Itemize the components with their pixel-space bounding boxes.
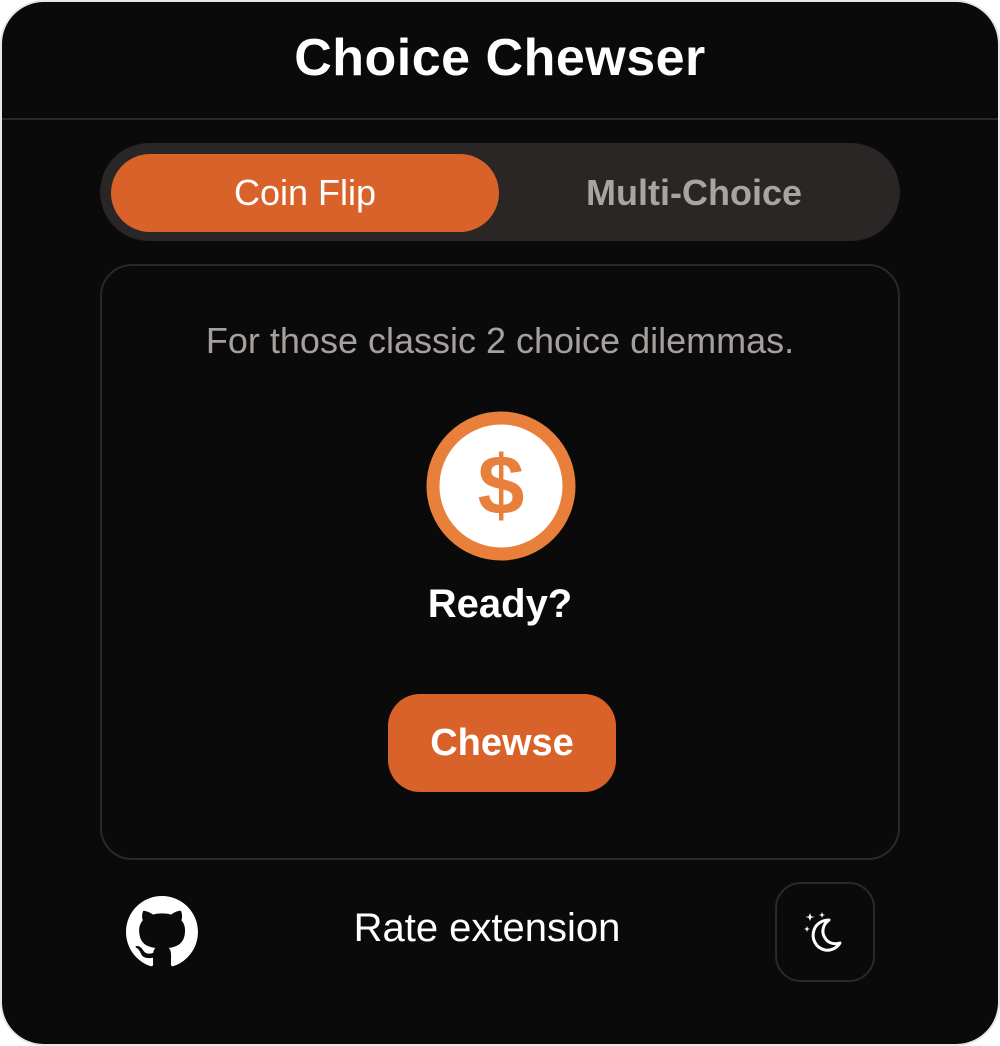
- panel-description: For those classic 2 choice dilemmas.: [205, 320, 795, 361]
- header: Choice Chewser: [2, 2, 998, 120]
- tab-coin-flip[interactable]: Coin Flip: [111, 154, 499, 232]
- rate-extension-link[interactable]: Rate extension: [322, 906, 652, 951]
- flip-status: Ready?: [427, 582, 573, 626]
- dollar-coin-icon: $: [426, 411, 576, 561]
- moon-stars-icon: [804, 912, 842, 952]
- mode-tabs: Coin Flip Multi-Choice: [100, 143, 900, 241]
- github-icon[interactable]: [126, 896, 198, 968]
- svg-text:$: $: [478, 438, 525, 532]
- chewse-button[interactable]: Chewse: [388, 694, 616, 792]
- tab-multi-choice[interactable]: Multi-Choice: [500, 154, 888, 232]
- extension-popup: Choice Chewser Coin Flip Multi-Choice Fo…: [0, 0, 1000, 1046]
- app-title: Choice Chewser: [294, 29, 706, 87]
- coin-flip-panel: For those classic 2 choice dilemmas. $ R…: [100, 264, 900, 860]
- theme-toggle-button[interactable]: [775, 882, 875, 982]
